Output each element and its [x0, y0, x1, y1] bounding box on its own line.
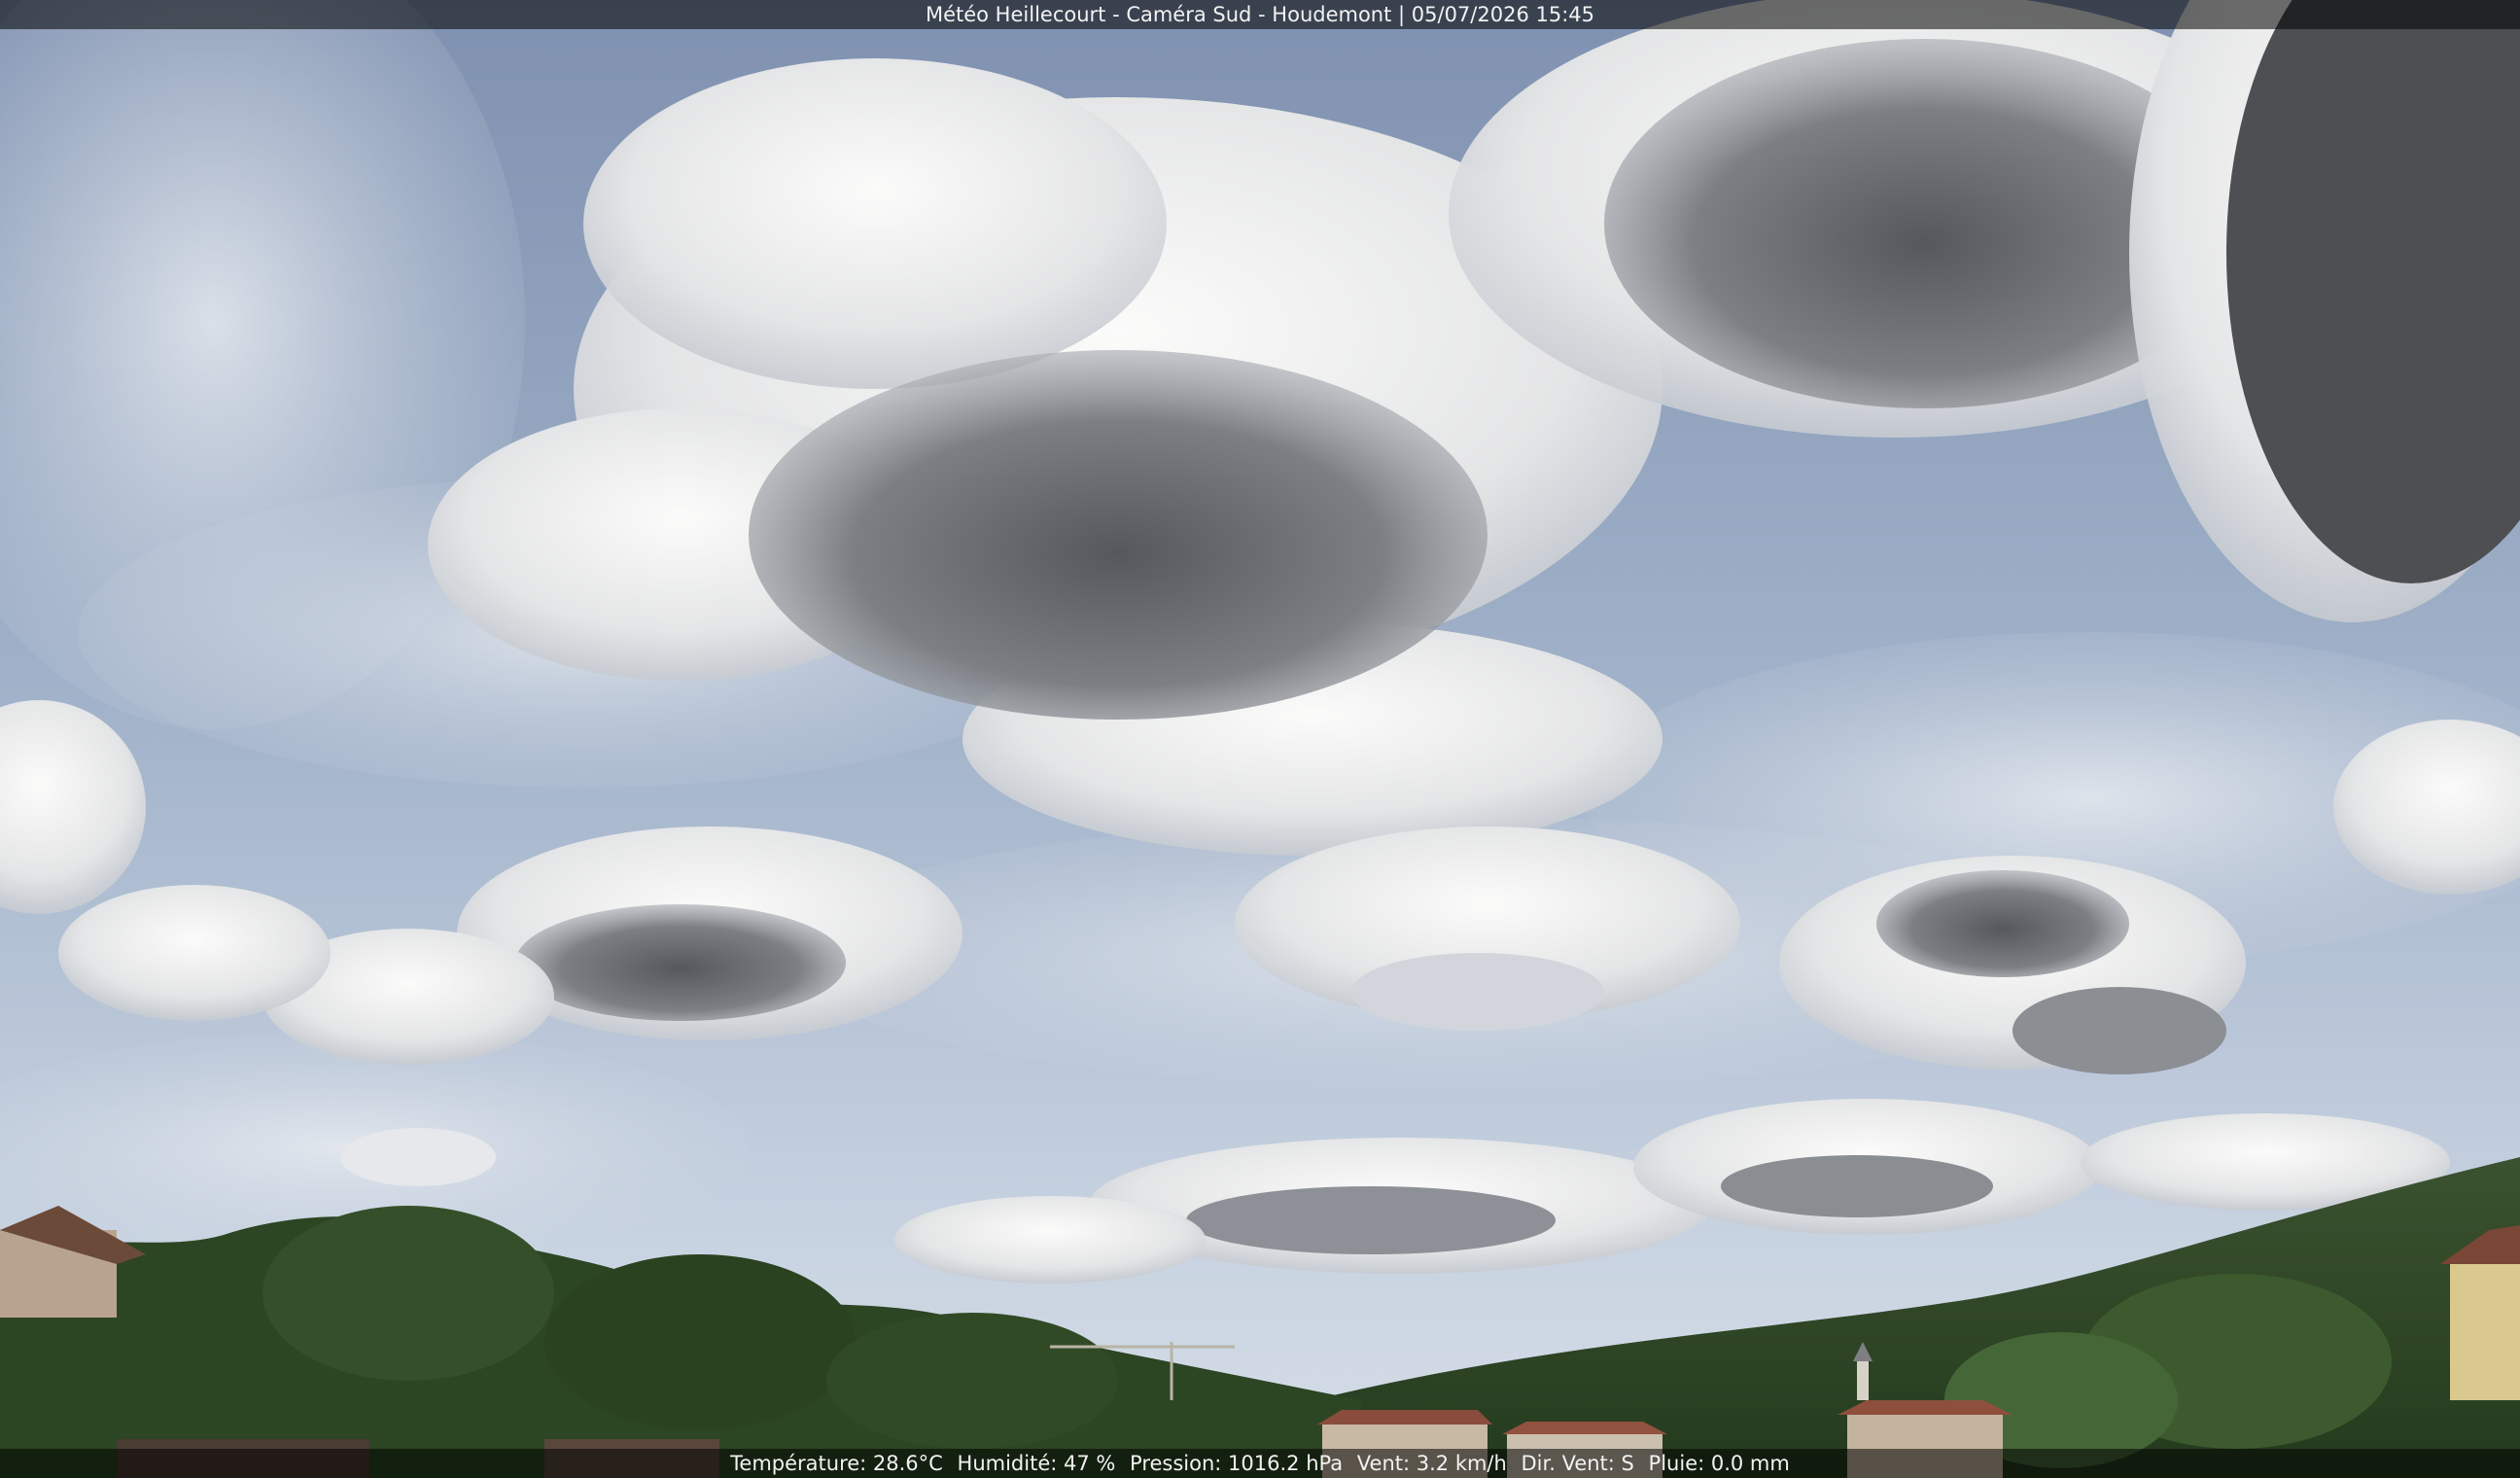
webcam-frame: Météo Heillecourt - Caméra Sud - Houdemo…: [0, 0, 2520, 1478]
camera-title-bar: Météo Heillecourt - Caméra Sud - Houdemo…: [0, 0, 2520, 29]
humidity-readout: Humidité: 47 %: [957, 1452, 1116, 1475]
weather-info-bar: Température: 28.6°C Humidité: 47 % Press…: [0, 1449, 2520, 1478]
camera-title: Météo Heillecourt - Caméra Sud - Houdemo…: [925, 3, 1595, 26]
pressure-readout: Pression: 1016.2 hPa: [1130, 1452, 1344, 1475]
temperature-readout: Température: 28.6°C: [730, 1452, 943, 1475]
wind-direction-readout: Dir. Vent: S: [1521, 1452, 1634, 1475]
webcam-image: [0, 0, 2520, 1478]
rain-readout: Pluie: 0.0 mm: [1648, 1452, 1790, 1475]
wind-speed-readout: Vent: 3.2 km/h: [1356, 1452, 1507, 1475]
